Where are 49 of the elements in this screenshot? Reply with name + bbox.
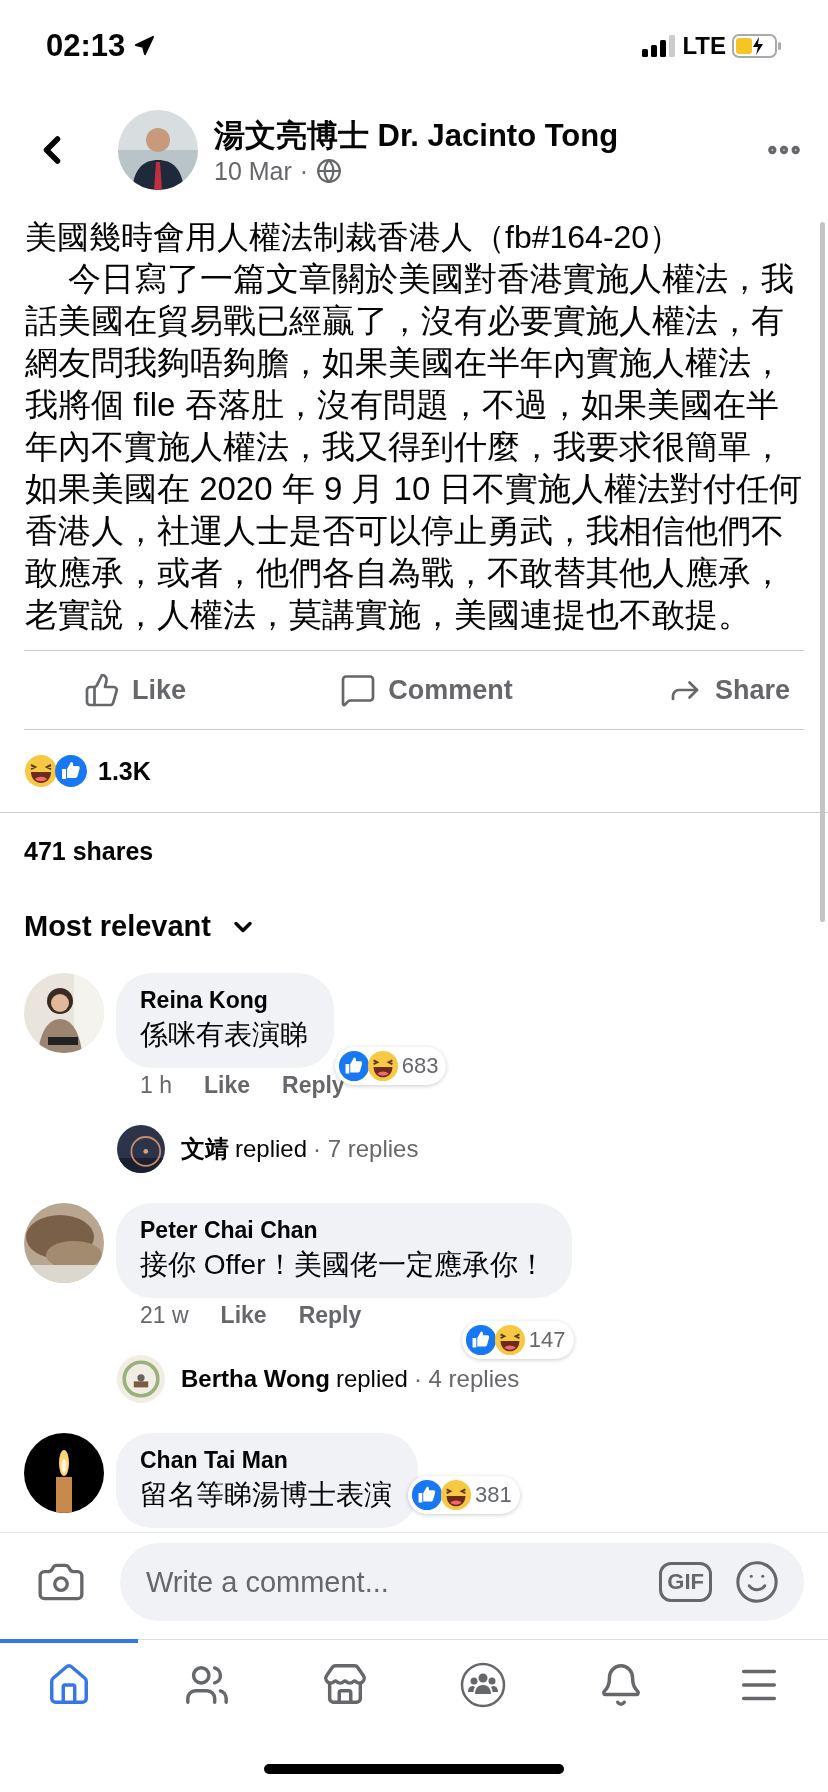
separator-dot: · [299, 156, 309, 186]
reply-count[interactable]: · 7 replies [313, 1135, 419, 1163]
commenter-name[interactable]: Chan Tai Man [140, 1447, 392, 1474]
commenter-name[interactable]: Peter Chai Chan [140, 1217, 546, 1244]
groups-icon [460, 1661, 506, 1708]
network-label: LTE [682, 32, 726, 60]
speech-bubble-icon [340, 672, 377, 708]
replied-label[interactable]: replied [235, 1135, 308, 1163]
thumbs-up-icon [84, 672, 120, 708]
like-button[interactable]: Like [84, 672, 187, 708]
comment-text: 留名等睇湯博士表演 [140, 1478, 392, 1512]
share-count[interactable]: 471 shares [0, 813, 828, 866]
battery-icon [732, 34, 782, 58]
replier-name[interactable]: 文靖 [181, 1133, 229, 1165]
gif-button[interactable]: GIF [659, 1562, 712, 1602]
reaction-badge[interactable]: 381 [408, 1476, 520, 1514]
signal-icon [642, 35, 677, 57]
like-reaction-icon [411, 1479, 443, 1511]
author-name[interactable]: 湯文亮博士 Dr. Jacinto Tong [214, 114, 764, 157]
post-date: 10 Mar [214, 156, 292, 186]
reaction-count[interactable]: 1.3K [98, 756, 151, 786]
post-text: 今日寫了一篇文章關於美國對香港實施人權法，我話美國在貿易戰已經贏了，沒有必要實施人權法，有網友問我夠唔夠膽，如果美國在半年內實施人權法，我將個 file 吞落肚，沒有問題，不過，如果美國在半年內不實施人權法，我又得到什麼，我要求很簡單，如果美國在 2020 年 9 月 10 日不實施人權法對付任何香港人，社運人士是否可以停止勇武，我相信他們不敢應承，或者，他們各自為戰，不敢替其他人應承，老實說，人權法，莫講實施，美國連提也不敢提。 [25, 259, 804, 635]
reaction-badge[interactable]: 147 [461, 1321, 574, 1359]
replied-label[interactable]: replied [335, 1365, 408, 1393]
share-button[interactable]: Share [666, 672, 790, 708]
like-reaction-icon [464, 1324, 497, 1356]
laughing-reaction-icon [366, 1050, 399, 1082]
comment-button[interactable]: Comment [340, 672, 513, 708]
like-link[interactable]: Like [204, 1072, 250, 1099]
emoji-icon[interactable] [734, 1559, 780, 1605]
comment-field[interactable]: Write a comment... GIF [120, 1543, 804, 1621]
comment-text: 接你 Offer！美國佬一定應承你！ [140, 1248, 546, 1282]
replier-name[interactable]: Bertha Wong [181, 1365, 330, 1393]
comment-text: 係咪有表演睇 [140, 1018, 308, 1052]
laughing-reaction-icon [24, 754, 58, 788]
reply-count[interactable]: · 4 replies [413, 1365, 520, 1393]
laughing-reaction-icon [440, 1479, 472, 1511]
like-link[interactable]: Like [220, 1302, 267, 1329]
globe-icon [316, 158, 343, 184]
location-arrow-icon [133, 35, 156, 57]
commenter-name[interactable]: Reina Kong [140, 987, 308, 1014]
laughing-reaction-icon [493, 1324, 526, 1356]
comment-time: 1 h [140, 1072, 172, 1099]
sort-dropdown[interactable]: Most relevant [24, 910, 257, 943]
like-reaction-icon [54, 754, 88, 788]
clock-time: 02:13 [46, 28, 126, 64]
reply-link[interactable]: Reply [298, 1302, 362, 1329]
comment-time: 21 w [140, 1302, 189, 1329]
post-title: 美國幾時會用人權法制裁香港人（fb#164-20） [25, 218, 683, 257]
